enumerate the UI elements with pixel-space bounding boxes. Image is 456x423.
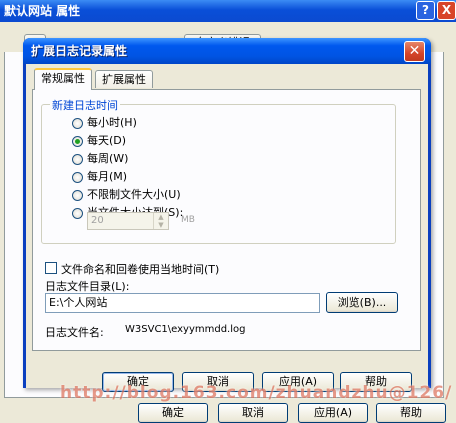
radio-hourly[interactable]: 每小时(H) xyxy=(72,116,137,130)
tab-extended-properties[interactable]: 扩展属性 xyxy=(95,70,153,88)
radio-label: 每月(M) xyxy=(87,170,128,183)
log-dir-label: 日志文件目录(L): xyxy=(45,280,130,293)
log-dir-input[interactable]: E:\个人网站 xyxy=(45,293,320,313)
radio-button[interactable] xyxy=(72,153,83,165)
radio-button[interactable] xyxy=(72,189,83,201)
spin-down-icon[interactable]: ▼ xyxy=(154,221,168,229)
tab-general-properties[interactable]: 常规属性 xyxy=(34,68,92,90)
radio-label: 每周(W) xyxy=(87,152,129,165)
local-time-label: 文件命名和回卷使用当地时间(T) xyxy=(61,263,220,276)
browse-button[interactable]: 浏览(B)... xyxy=(326,292,398,313)
radio-daily[interactable]: 每天(D) xyxy=(72,134,126,148)
spin-up-icon[interactable]: ▲ xyxy=(154,213,168,221)
close-icon: ✕ xyxy=(408,43,421,59)
size-limit-value: 20 xyxy=(91,215,104,226)
size-unit: MB xyxy=(181,215,195,225)
general-properties-page: 新建日志时间 每小时(H) 每天(D) 每周(W) 每月(M) 不限制文件大小(… xyxy=(32,89,421,351)
dialog-title: 扩展日志记录属性 xyxy=(31,44,128,58)
radio-weekly[interactable]: 每周(W) xyxy=(72,152,128,166)
dialog-client: 常规属性 扩展属性 新建日志时间 每小时(H) 每天(D) 每周(W) 每月(M… xyxy=(26,64,428,392)
radio-monthly[interactable]: 每月(M) xyxy=(72,170,127,184)
log-file-label: 日志文件名: xyxy=(45,326,104,339)
help-icon: ? xyxy=(422,3,429,17)
background-close-button[interactable]: X xyxy=(437,1,456,20)
radio-button[interactable] xyxy=(72,117,83,129)
local-time-checkbox[interactable] xyxy=(45,262,57,274)
log-file-value: W3SVC1\exyymmdd.log xyxy=(125,324,246,335)
radio-label: 不限制文件大小(U) xyxy=(87,188,181,201)
spinner-arrows[interactable]: ▲ ▼ xyxy=(153,213,168,229)
background-window-titlebar: 默认网站 属性 ? X xyxy=(0,0,456,22)
radio-button[interactable] xyxy=(72,207,83,219)
background-window-title: 默认网站 属性 xyxy=(4,4,81,18)
radio-label: 每天(D) xyxy=(87,134,127,147)
extended-logging-dialog: 扩展日志记录属性 ✕ 常规属性 扩展属性 新建日志时间 每小时(H) 每天(D) xyxy=(23,38,431,392)
help-title-button[interactable]: ? xyxy=(416,1,435,20)
radio-label: 每小时(H) xyxy=(87,116,137,129)
dialog-titlebar[interactable]: 扩展日志记录属性 ✕ xyxy=(23,38,431,64)
dialog-close-button[interactable]: ✕ xyxy=(404,41,425,62)
radio-button[interactable] xyxy=(72,171,83,183)
close-icon: X xyxy=(441,3,452,17)
group-label: 新建日志时间 xyxy=(50,97,120,113)
radio-button[interactable] xyxy=(72,135,83,147)
size-limit-spinner[interactable]: 20 ▲ ▼ xyxy=(87,212,169,230)
watermark-text: http://blog.163.com/zhuandzhu@126/ xyxy=(60,383,453,403)
radio-unlimited-size[interactable]: 不限制文件大小(U) xyxy=(72,188,181,202)
